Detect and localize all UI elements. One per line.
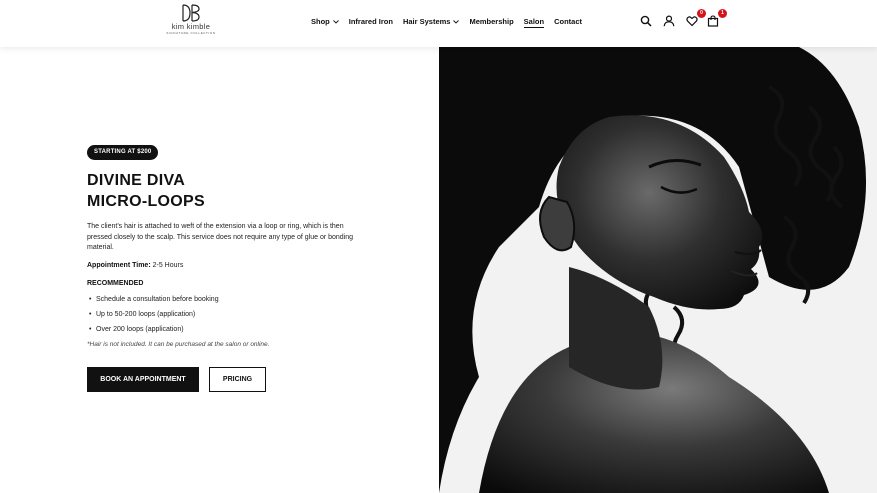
list-item: Up to 50-200 loops (application) bbox=[87, 310, 367, 320]
title-line-2: MICRO-LOOPS bbox=[87, 193, 205, 210]
site-logo[interactable]: kim kimble SIGNATURE COLLECTION bbox=[166, 4, 216, 40]
logo-tagline: SIGNATURE COLLECTION bbox=[166, 31, 216, 35]
appointment-time-value: 2-5 Hours bbox=[152, 261, 184, 269]
nav-membership-label: Membership bbox=[469, 17, 514, 26]
portrait-image bbox=[439, 47, 877, 493]
search-button[interactable] bbox=[640, 14, 654, 28]
price-pill: STARTING AT $200 bbox=[87, 145, 159, 160]
action-buttons: BOOK AN APPOINTMENT PRICING bbox=[87, 367, 266, 392]
pricing-button[interactable]: PRICING bbox=[209, 367, 266, 392]
user-icon bbox=[663, 15, 675, 27]
nav-infrared-iron[interactable]: Infrared Iron bbox=[349, 15, 393, 28]
nav-shop[interactable]: Shop bbox=[311, 15, 339, 28]
chevron-down-icon bbox=[332, 19, 339, 24]
wishlist-button[interactable]: 0 bbox=[686, 9, 706, 28]
list-item: Schedule a consultation before booking bbox=[87, 295, 367, 305]
account-button[interactable] bbox=[663, 14, 677, 28]
search-icon bbox=[640, 15, 652, 27]
nav-membership[interactable]: Membership bbox=[469, 15, 513, 28]
hair-note: *Hair is not included. It can be purchas… bbox=[87, 340, 270, 348]
chevron-down-icon bbox=[453, 19, 460, 24]
recommended-list: Schedule a consultation before booking U… bbox=[87, 295, 367, 335]
nav-hair-systems[interactable]: Hair Systems bbox=[403, 15, 460, 28]
page-title: DIVINE DIVA MICRO-LOOPS bbox=[87, 170, 367, 212]
wishlist-count-badge: 0 bbox=[697, 9, 706, 18]
recommended-heading: RECOMMENDED bbox=[87, 279, 144, 287]
appointment-time: Appointment Time: 2-5 Hours bbox=[87, 261, 367, 271]
book-appointment-button[interactable]: BOOK AN APPOINTMENT bbox=[87, 367, 199, 392]
list-item: Over 200 loops (application) bbox=[87, 325, 367, 335]
service-details: STARTING AT $200 DIVINE DIVA MICRO-LOOPS… bbox=[87, 140, 367, 350]
main-nav: Shop Infrared Iron Hair Systems Membersh… bbox=[311, 15, 592, 28]
heart-icon bbox=[686, 16, 698, 27]
nav-salon-label: Salon bbox=[523, 16, 545, 26]
hero-image bbox=[439, 47, 877, 493]
nav-shop-label: Shop bbox=[311, 17, 330, 26]
appointment-time-label: Appointment Time: bbox=[87, 261, 151, 269]
logo-name: kim kimble bbox=[171, 22, 211, 31]
service-description: The client's hair is attached to weft of… bbox=[87, 223, 354, 251]
bag-icon bbox=[707, 15, 719, 27]
cart-button[interactable]: 1 bbox=[707, 9, 727, 28]
nav-hair-systems-label: Hair Systems bbox=[402, 17, 451, 26]
logo-mark-icon bbox=[182, 4, 200, 22]
cart-count-badge: 1 bbox=[718, 9, 727, 18]
title-line-1: DIVINE DIVA bbox=[87, 172, 186, 189]
nav-contact-label: Contact bbox=[554, 17, 582, 26]
nav-salon[interactable]: Salon bbox=[523, 15, 545, 28]
header-icons: 0 1 bbox=[640, 9, 727, 28]
nav-contact[interactable]: Contact bbox=[554, 15, 582, 28]
nav-infrared-iron-label: Infrared Iron bbox=[348, 17, 393, 26]
site-header: kim kimble SIGNATURE COLLECTION Shop Inf… bbox=[0, 0, 877, 47]
